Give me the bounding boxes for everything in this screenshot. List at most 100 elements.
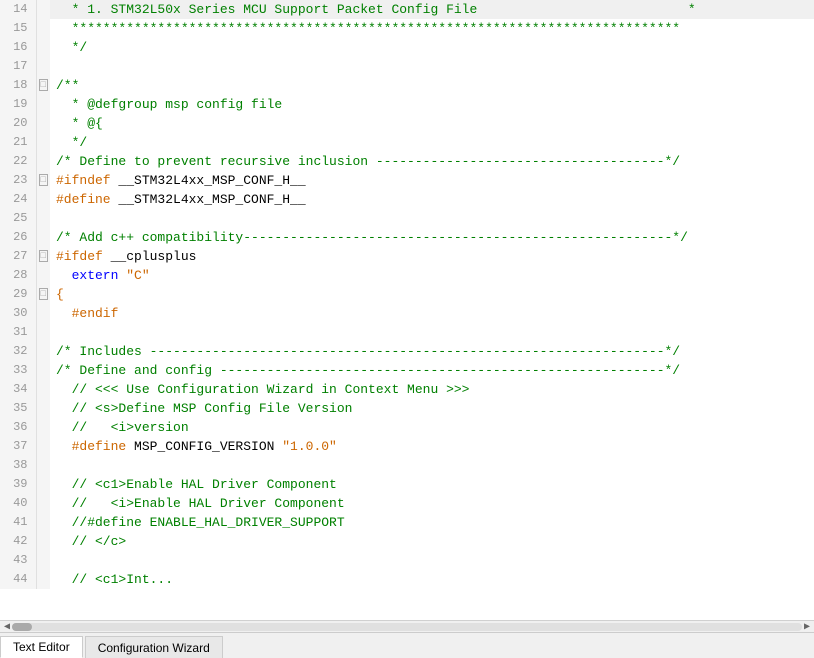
code-line[interactable]: /* Includes ----------------------------… <box>50 342 814 361</box>
table-row: 40 // <i>Enable HAL Driver Component <box>0 494 814 513</box>
table-row: 38 <box>0 456 814 475</box>
code-lines[interactable]: 14 * 1. STM32L50x Series MCU Support Pac… <box>0 0 814 620</box>
fold-marker <box>36 532 50 551</box>
code-table: 14 * 1. STM32L50x Series MCU Support Pac… <box>0 0 814 589</box>
code-line[interactable]: // <i>version <box>50 418 814 437</box>
line-number: 35 <box>0 399 36 418</box>
code-line[interactable]: extern "C" <box>50 266 814 285</box>
line-number: 25 <box>0 209 36 228</box>
table-row: 15 *************************************… <box>0 19 814 38</box>
code-token: __STM32L4xx_MSP_CONF_H__ <box>111 173 306 188</box>
scroll-left-arrow[interactable]: ◀ <box>2 621 12 633</box>
fold-marker <box>36 114 50 133</box>
table-row: 27□#ifdef __cplusplus <box>0 247 814 266</box>
fold-marker[interactable]: □ <box>36 285 50 304</box>
code-line[interactable]: #endif <box>50 304 814 323</box>
code-line[interactable]: */ <box>50 133 814 152</box>
line-number: 43 <box>0 551 36 570</box>
table-row: 25 <box>0 209 814 228</box>
code-token: #ifdef <box>56 249 103 264</box>
line-number: 16 <box>0 38 36 57</box>
fold-marker <box>36 209 50 228</box>
code-token: __cplusplus <box>103 249 197 264</box>
code-line[interactable]: * @{ <box>50 114 814 133</box>
table-row: 42 // </c> <box>0 532 814 551</box>
code-token: { <box>56 287 64 302</box>
table-row: 18□/** <box>0 76 814 95</box>
line-number: 28 <box>0 266 36 285</box>
code-token: /* Includes ----------------------------… <box>56 344 680 359</box>
code-line[interactable]: // <c1>Enable HAL Driver Component <box>50 475 814 494</box>
code-line[interactable] <box>50 323 814 342</box>
fold-marker <box>36 266 50 285</box>
tab-configuration-wizard[interactable]: Configuration Wizard <box>85 636 223 658</box>
table-row: 32/* Includes --------------------------… <box>0 342 814 361</box>
code-token: "C" <box>126 268 149 283</box>
table-row: 26/* Add c++ compatibility--------------… <box>0 228 814 247</box>
scrollbar-thumb[interactable] <box>12 623 32 631</box>
code-line[interactable]: // <c1>Int... <box>50 570 814 589</box>
code-line[interactable] <box>50 57 814 76</box>
line-number: 30 <box>0 304 36 323</box>
code-line[interactable]: { <box>50 285 814 304</box>
fold-marker <box>36 304 50 323</box>
scrollbar-track[interactable] <box>12 623 802 631</box>
code-line[interactable]: ****************************************… <box>50 19 814 38</box>
code-token: */ <box>56 40 87 55</box>
code-line[interactable]: //#define ENABLE_HAL_DRIVER_SUPPORT <box>50 513 814 532</box>
line-number: 27 <box>0 247 36 266</box>
code-line[interactable]: #ifdef __cplusplus <box>50 247 814 266</box>
fold-marker <box>36 437 50 456</box>
code-line[interactable]: // </c> <box>50 532 814 551</box>
line-number: 31 <box>0 323 36 342</box>
fold-marker[interactable]: □ <box>36 247 50 266</box>
code-line[interactable] <box>50 456 814 475</box>
code-line[interactable]: #define __STM32L4xx_MSP_CONF_H__ <box>50 190 814 209</box>
fold-marker <box>36 57 50 76</box>
fold-marker <box>36 399 50 418</box>
code-line[interactable]: /* Define and config -------------------… <box>50 361 814 380</box>
code-token: * 1. STM32L50x Series MCU Support Packet… <box>56 2 696 17</box>
line-number: 20 <box>0 114 36 133</box>
scroll-right-arrow[interactable]: ▶ <box>802 621 812 633</box>
fold-marker <box>36 95 50 114</box>
line-number: 39 <box>0 475 36 494</box>
fold-marker <box>36 133 50 152</box>
editor-area: 14 * 1. STM32L50x Series MCU Support Pac… <box>0 0 814 658</box>
fold-marker[interactable]: □ <box>36 171 50 190</box>
fold-marker[interactable]: □ <box>36 76 50 95</box>
line-number: 37 <box>0 437 36 456</box>
table-row: 41 //#define ENABLE_HAL_DRIVER_SUPPORT <box>0 513 814 532</box>
fold-marker <box>36 475 50 494</box>
line-number: 14 <box>0 0 36 19</box>
code-token: */ <box>56 135 87 150</box>
code-line[interactable]: */ <box>50 38 814 57</box>
line-number: 24 <box>0 190 36 209</box>
line-number: 19 <box>0 95 36 114</box>
fold-marker <box>36 380 50 399</box>
code-line[interactable]: /* Add c++ compatibility----------------… <box>50 228 814 247</box>
fold-marker <box>36 570 50 589</box>
table-row: 21 */ <box>0 133 814 152</box>
code-line[interactable] <box>50 551 814 570</box>
code-line[interactable]: #ifndef __STM32L4xx_MSP_CONF_H__ <box>50 171 814 190</box>
line-number: 33 <box>0 361 36 380</box>
code-line[interactable]: // <s>Define MSP Config File Version <box>50 399 814 418</box>
code-line[interactable]: // <i>Enable HAL Driver Component <box>50 494 814 513</box>
code-line[interactable]: * 1. STM32L50x Series MCU Support Packet… <box>50 0 814 19</box>
code-line[interactable]: #define MSP_CONFIG_VERSION "1.0.0" <box>50 437 814 456</box>
code-line[interactable]: // <<< Use Configuration Wizard in Conte… <box>50 380 814 399</box>
fold-marker <box>36 190 50 209</box>
code-line[interactable]: /** <box>50 76 814 95</box>
line-number: 41 <box>0 513 36 532</box>
code-container: 14 * 1. STM32L50x Series MCU Support Pac… <box>0 0 814 620</box>
horizontal-scrollbar[interactable]: ◀ ▶ <box>0 620 814 632</box>
code-line[interactable] <box>50 209 814 228</box>
code-line[interactable]: * @defgroup msp config file <box>50 95 814 114</box>
code-line[interactable]: /* Define to prevent recursive inclusion… <box>50 152 814 171</box>
fold-marker <box>36 0 50 19</box>
tab-text-editor[interactable]: Text Editor <box>0 636 83 658</box>
code-token: // <c1>Enable HAL Driver Component <box>56 477 337 492</box>
line-number: 22 <box>0 152 36 171</box>
fold-marker <box>36 342 50 361</box>
